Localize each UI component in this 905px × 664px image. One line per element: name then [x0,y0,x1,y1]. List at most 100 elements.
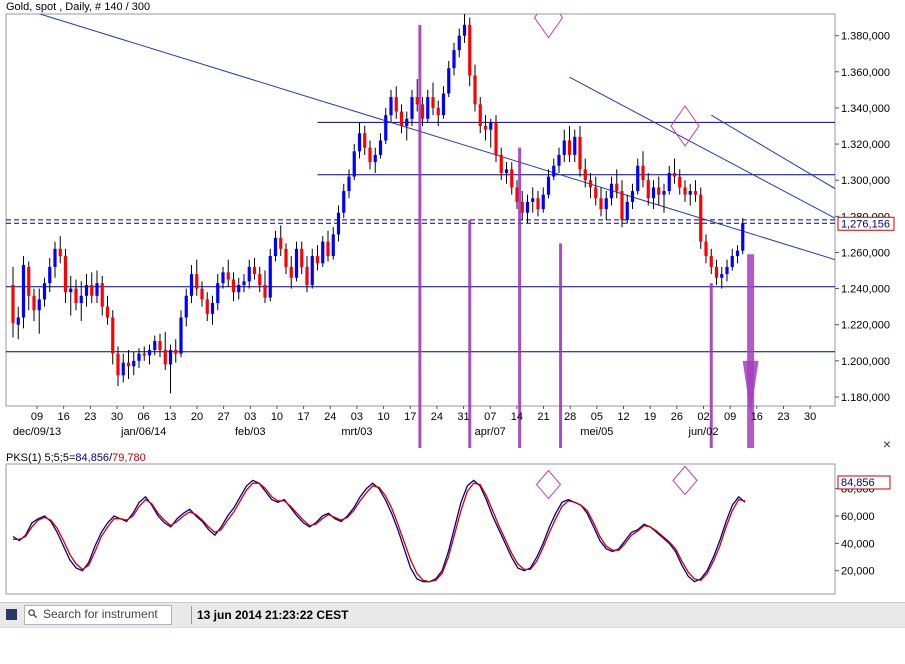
candle-body [132,361,135,366]
osc-y-tick-label: 20,000 [841,566,875,578]
candle-body [715,267,718,278]
x-tick-label: 27 [217,411,229,423]
candle-body [216,283,219,303]
candle-body [689,191,692,195]
candle-body [263,285,266,298]
candle-body [211,303,214,314]
status-datetime: 13 jun 2014 21:23:22 CEST [197,608,348,622]
x-tick-label: 30 [111,411,123,423]
candle-body [515,187,518,201]
candle-body [531,198,534,202]
x-tick-label: 02 [697,411,709,423]
x-tick-label: 23 [84,411,96,423]
candle-body [426,97,429,119]
candle-body [48,267,51,283]
candle-body [584,169,587,180]
x-tick-label: 31 [457,411,469,423]
candle-body [127,363,130,367]
osc-frame [6,464,835,594]
candle-body [400,112,403,126]
candle-body [526,202,529,213]
candle-body [578,137,581,170]
candle-body [458,36,461,50]
candle-body [521,202,524,213]
x-period-label: mei/05 [580,426,613,438]
osc-y-tick-label: 60,000 [841,511,875,523]
candle-body [489,122,492,129]
search-box[interactable] [24,605,172,625]
candle-body [174,350,177,354]
candle-body [395,97,398,111]
candle-body [305,267,308,285]
candle-body [610,184,613,198]
x-tick-label: 26 [671,411,683,423]
x-period-label: jun/02 [688,426,719,438]
candle-body [122,363,125,376]
y-tick-label: 1.320,000 [841,139,890,151]
candle-body [563,140,566,154]
x-tick-label: 09 [724,411,736,423]
x-tick-label: 07 [484,411,496,423]
candle-body [463,25,466,36]
candle-body [38,299,41,310]
candle-body [599,198,602,209]
candle-body [143,354,146,356]
price-chart[interactable]: 1.180,0001.200,0001.220,0001.240,0001.26… [0,0,905,448]
candle-body [64,256,67,292]
candle-body [153,341,156,350]
candle-body [169,350,172,364]
x-tick-label: 21 [537,411,549,423]
candle-body [137,354,140,361]
candle-body [552,166,555,177]
oscillator-value-2: 79,780 [112,452,146,464]
oscillator-chart[interactable]: 20,00040,00060,00080,00084,856 [0,448,905,602]
y-tick-label: 1.340,000 [841,103,890,115]
candle-body [536,198,539,209]
candle-body [95,283,98,296]
candle-body [90,285,93,296]
candle-body [274,238,277,256]
candle-body [442,93,445,115]
candle-body [384,115,387,140]
price-tag-label: 1,276,156 [841,218,890,230]
y-tick-label: 1.360,000 [841,67,890,79]
x-tick-label: 09 [31,411,43,423]
x-tick-label: 12 [617,411,629,423]
candle-body [221,272,224,283]
candle-body [358,133,361,151]
candle-body [736,251,739,256]
candle-body [647,180,650,198]
candle-body [85,285,88,296]
y-tick-label: 1.200,000 [841,356,890,368]
search-input[interactable] [43,607,167,621]
candle-body [500,155,503,173]
candle-body [232,280,235,293]
candle-body [731,256,734,267]
candle-body [53,249,56,267]
candle-body [494,122,497,155]
candle-body [594,187,597,198]
bottom-strip [0,627,905,664]
x-tick-label: 03 [244,411,256,423]
candle-body [80,296,83,303]
y-tick-label: 1.180,000 [841,392,890,404]
candle-body [389,97,392,115]
candle-body [421,104,424,118]
candle-body [326,242,329,256]
oscillator-value-1: 84,856 [75,452,109,464]
candle-body [295,249,298,278]
candle-body [636,166,639,191]
candle-body [74,289,77,303]
candle-body [568,140,571,154]
close-pane-icon[interactable]: × [883,438,891,450]
candle-body [673,173,676,177]
osc-y-tick-label: 40,000 [841,538,875,550]
candle-body [431,97,434,108]
candle-body [668,173,671,191]
candle-body [22,265,25,317]
menu-square-icon[interactable] [6,609,17,620]
candle-body [473,75,476,104]
candle-body [11,285,14,323]
candle-body [699,195,702,242]
x-tick-label: 03 [351,411,363,423]
